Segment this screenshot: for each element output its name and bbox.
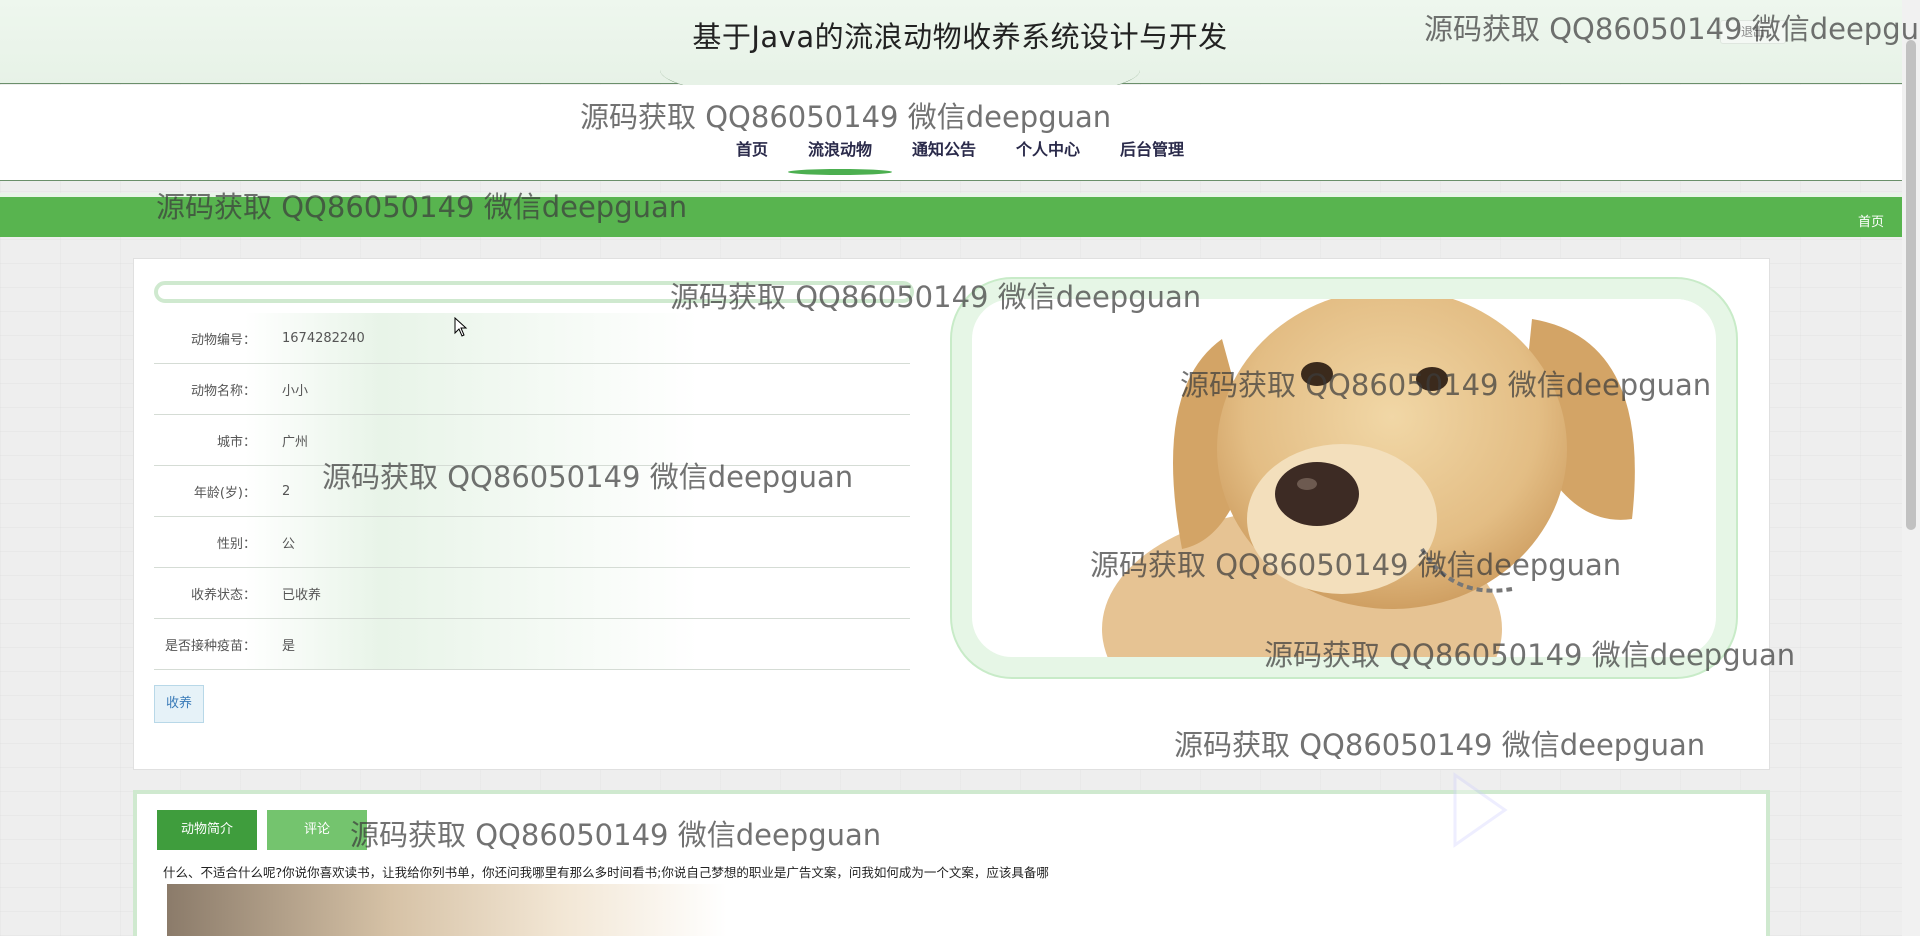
info-label-age: 年龄(岁)： <box>193 485 256 501</box>
animal-tabs-card: 动物简介 评论 什么、不适合什么呢?你说你喜欢读书，让我给你列书单，你还问我哪里… <box>133 790 1770 936</box>
info-label-id: 动物编号： <box>190 332 256 348</box>
mouse-cursor-icon <box>454 317 468 337</box>
info-value-vaccinated: 是 <box>282 638 296 654</box>
detail-title-bar <box>154 281 914 303</box>
nav-item-stray-animals[interactable]: 流浪动物 <box>787 135 893 177</box>
info-label-city: 城市： <box>216 434 256 450</box>
info-label-adoption-status: 收养状态： <box>190 587 256 603</box>
breadcrumb-home[interactable]: 首页 <box>1858 211 1884 230</box>
info-row: 年龄(岁)： 2 <box>154 466 910 517</box>
info-row: 动物名称： 小小 <box>154 364 910 415</box>
scrollbar-thumb[interactable] <box>1906 40 1916 530</box>
page-scrollbar[interactable] <box>1902 0 1920 936</box>
video-play-logo-icon <box>1453 772 1508 848</box>
info-value-city: 广州 <box>282 434 309 450</box>
info-label-name: 动物名称： <box>190 383 256 399</box>
info-label-vaccinated: 是否接种疫苗： <box>164 638 256 654</box>
breadcrumb-bar: 首页 <box>0 193 1902 237</box>
nav-item-personal-center[interactable]: 个人中心 <box>996 135 1100 177</box>
intro-text: 什么、不适合什么呢?你说你喜欢读书，让我给你列书单，你还问我哪里有那么多时间看书… <box>163 865 1049 880</box>
site-title: 基于Java的流浪动物收养系统设计与开发 <box>692 20 1228 54</box>
animal-info-table: 动物编号： 1674282240 动物名称： 小小 城市： 广州 年龄(岁)： … <box>154 313 910 670</box>
info-value-gender: 公 <box>282 536 296 552</box>
info-row: 是否接种疫苗： 是 <box>154 619 910 670</box>
info-row: 收养状态： 已收养 <box>154 568 910 619</box>
info-row: 性别： 公 <box>154 517 910 568</box>
dog-photo <box>1092 299 1712 657</box>
info-row: 动物编号： 1674282240 <box>154 313 910 364</box>
nav-menu: 首页 流浪动物 通知公告 个人中心 后台管理 <box>0 135 1920 177</box>
info-row: 城市： 广州 <box>154 415 910 466</box>
intro-image <box>167 884 727 936</box>
logout-button[interactable]: 退出 <box>1720 20 1786 44</box>
info-value-id: 1674282240 <box>282 330 365 346</box>
animal-image-frame <box>952 279 1736 677</box>
tab-animal-intro[interactable]: 动物简介 <box>157 810 257 850</box>
info-label-gender: 性别： <box>216 536 256 552</box>
tab-comments[interactable]: 评论 <box>267 810 367 850</box>
nav-item-home[interactable]: 首页 <box>716 135 788 177</box>
info-value-name: 小小 <box>282 383 309 399</box>
info-value-age: 2 <box>282 483 291 499</box>
nav-item-admin[interactable]: 后台管理 <box>1100 135 1204 177</box>
nav-item-notices[interactable]: 通知公告 <box>892 135 996 177</box>
adopt-button[interactable]: 收养 <box>154 685 204 723</box>
info-value-adoption-status: 已收养 <box>282 587 322 603</box>
nav-bar: 首页 流浪动物 通知公告 个人中心 后台管理 <box>0 85 1902 181</box>
animal-detail-card: 动物编号： 1674282240 动物名称： 小小 城市： 广州 年龄(岁)： … <box>133 258 1770 770</box>
